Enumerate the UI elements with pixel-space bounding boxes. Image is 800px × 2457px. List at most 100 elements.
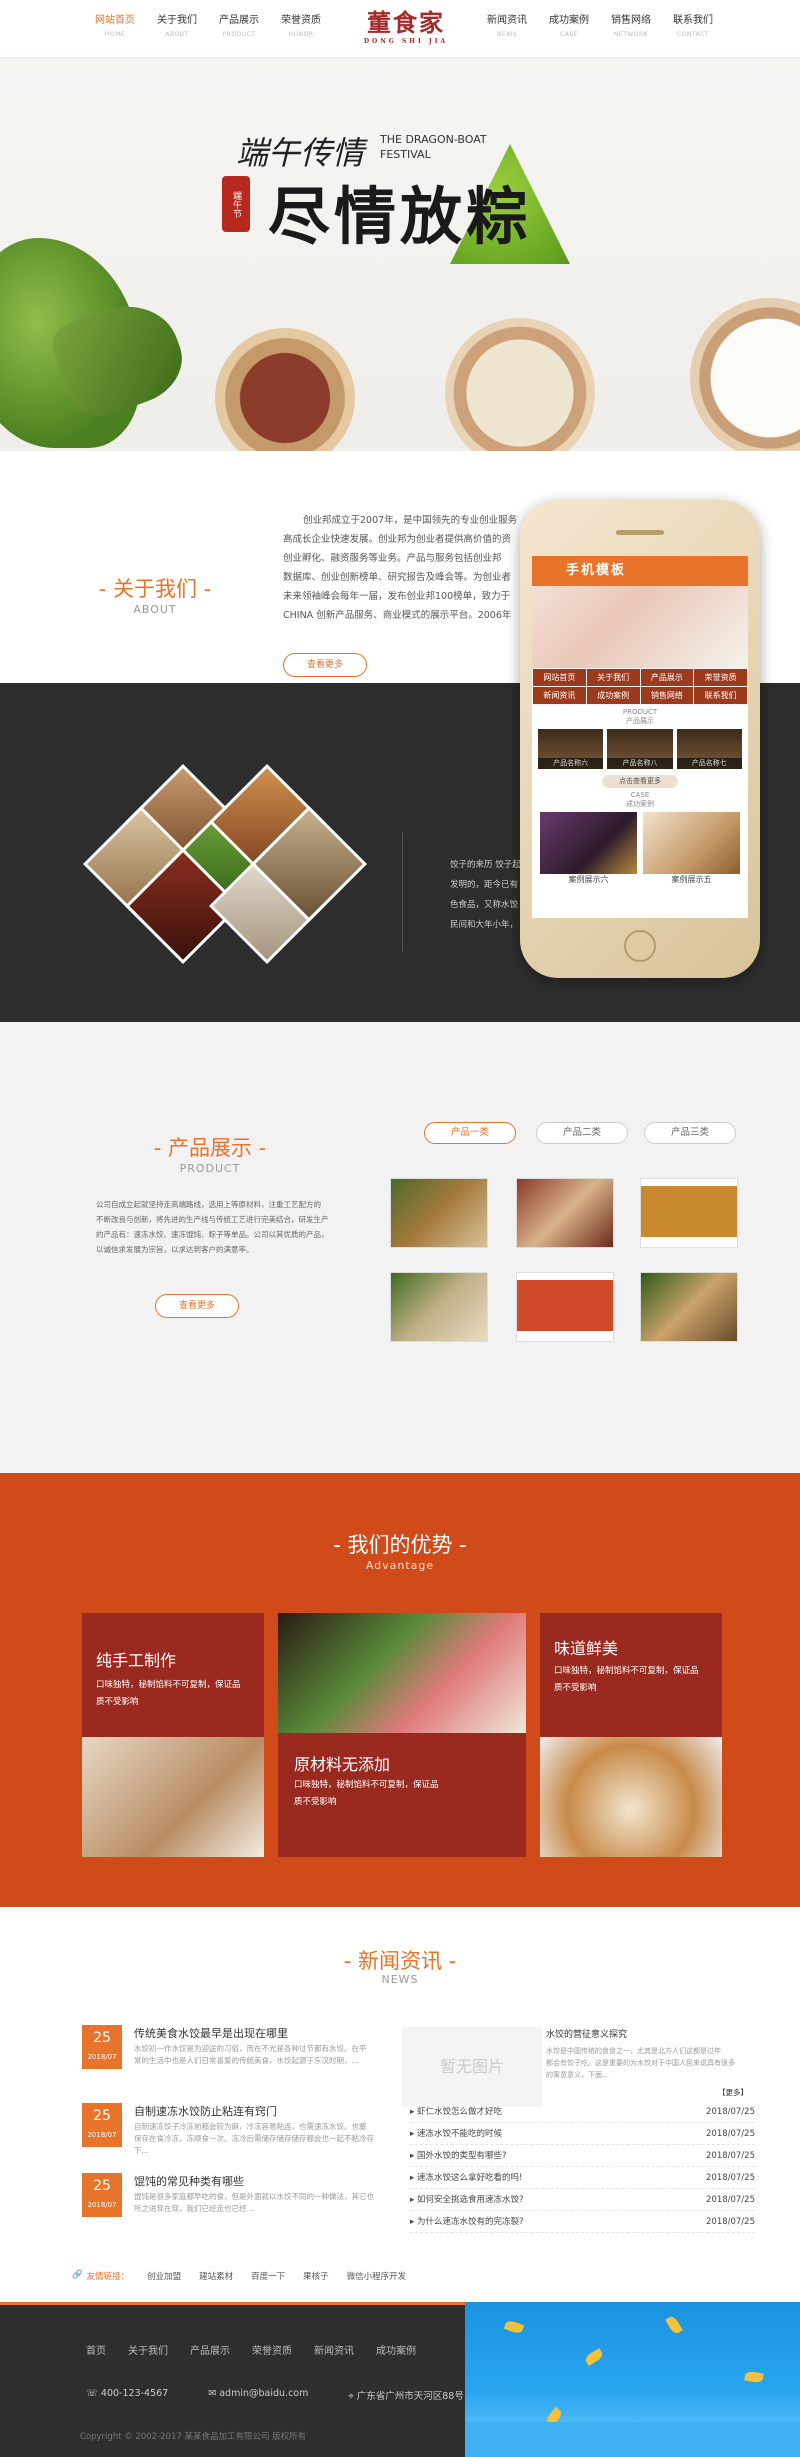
friend-link[interactable]: 微信小程序开发	[347, 2270, 407, 2282]
advantage-card-2: 原材料无添加 口味独特，秘制馅料不可复制，保证品 质不受影响	[278, 1613, 526, 1857]
phone-product[interactable]: 产品名称八	[607, 729, 673, 769]
nav-product[interactable]: 产品展示 PRODUCT	[208, 14, 270, 42]
nav-home[interactable]: 网站首页 HOME	[84, 14, 146, 42]
ingredients-image	[278, 1613, 526, 1733]
friend-link[interactable]: 百度一下	[251, 2270, 285, 2282]
feature-news-title[interactable]: 水饺的营征意义探究	[546, 2027, 627, 2040]
nav-network[interactable]: 销售网络 NETWORK	[600, 14, 662, 42]
advantage-card-title: 原材料无添加	[294, 1755, 391, 1774]
advantage-card-title: 味道鲜美	[554, 1639, 619, 1658]
product-image[interactable]	[516, 1178, 614, 1248]
footer-phone: ☏ 400-123-4567	[86, 2388, 169, 2399]
links-label: 友情链接：	[86, 2272, 130, 2282]
news-list-item[interactable]: ▸ 速冻水饺这么拿好吃看的吗! 2018/07/25	[410, 2167, 755, 2189]
phone-screen: 手机模板 网站首页 关于我们 产品展示 荣誉资质 新闻资讯 成功案例 销售网络 …	[532, 556, 748, 918]
site-logo[interactable]: 董食家 DONG SHI JIA	[358, 8, 454, 50]
banner-en-title: THE DRAGON-BOAT FESTIVAL	[380, 133, 487, 161]
advantage-card-title: 纯手工制作	[96, 1651, 177, 1670]
nav-contact[interactable]: 联系我们 CONTACT	[662, 14, 724, 42]
advantage-subtitle: Advantage	[365, 1559, 435, 1572]
tab-category-2[interactable]: 产品二类	[536, 1122, 628, 1144]
phone-more-button[interactable]: 点击查看更多	[602, 775, 678, 788]
phone-header: 手机模板	[532, 556, 748, 586]
footer-nav-item[interactable]: 产品展示	[190, 2342, 230, 2357]
news-list-item[interactable]: ▸ 虾仁水饺怎么做才好吃 2018/07/25	[410, 2101, 755, 2123]
phone-menu-item[interactable]: 新闻资讯	[533, 687, 586, 704]
footer-contact: ☏ 400-123-4567 ✉ admin@baidu.com ⌖ 广东省广州…	[86, 2388, 464, 2402]
news-list-item[interactable]: ▸ 为什么速冻水饺有的完冻裂? 2018/07/25	[410, 2211, 755, 2233]
footer-nav-item[interactable]: 新闻资讯	[314, 2342, 354, 2357]
nav-honor[interactable]: 荣誉资质 HONOR	[270, 14, 332, 42]
culture-text: 饺子的来历 饺子起 发明的，距今已有 色食品，又称水饺 民间和大年小年，	[450, 860, 521, 930]
tab-category-1[interactable]: 产品一类	[424, 1122, 516, 1144]
phone-product-row: 产品名称六 产品名称八 产品名称七	[532, 726, 748, 772]
handmade-image	[82, 1737, 264, 1857]
news-list-item[interactable]: ▸ 速冻水饺不能吃的时候 2018/07/25	[410, 2123, 755, 2145]
phone-menu-item[interactable]: 荣誉资质	[694, 669, 747, 686]
dumpling-image	[540, 1737, 722, 1857]
news-item-desc: 馄饨是很多家庭都早吃的食，但是外面就以水饺不同的一种做法，其它也 所之进现在现，我…	[134, 2192, 374, 2213]
phone-case[interactable]: 案例展示五	[643, 812, 740, 886]
advantage-title: - 我们的优势 -	[333, 1533, 467, 1557]
site-header: 网站首页 HOME 关于我们 ABOUT 产品展示 PRODUCT 荣誉资质 HONOR…	[0, 0, 800, 58]
news-list-item[interactable]: ▸ 如何安全挑选食用速冻水饺? 2018/07/25	[410, 2189, 755, 2211]
hero-banner[interactable]: 端午传情 端午节 尽情放粽 THE DRAGON-BOAT FESTIVAL	[0, 58, 800, 451]
footer-nav-item[interactable]: 关于我们	[128, 2342, 168, 2357]
friend-link[interactable]: 建站素材	[199, 2270, 233, 2282]
nav-news[interactable]: 新闻资讯 NEWS	[476, 14, 538, 42]
news-item-title[interactable]: 自制速冻水饺防止粘连有窍门	[134, 2103, 277, 2119]
advantage-section: - 我们的优势 - Advantage 纯手工制作 口味独特，秘制馅料不可复制，…	[0, 1473, 800, 1907]
footer-email[interactable]: ✉ admin@baidu.com	[208, 2388, 308, 2402]
phone-menu-item[interactable]: 销售网络	[640, 687, 694, 704]
product-section: - 产品展示 - PRODUCT 公司自成立起就坚持走高端路线，选用上等原材料，…	[0, 1022, 800, 1473]
banner-title-2: 尽情放粽	[268, 180, 533, 253]
phone-case-caption: CASE 成功案例	[626, 791, 654, 808]
tab-category-3[interactable]: 产品三类	[644, 1122, 736, 1144]
product-more-button[interactable]: 查看更多	[155, 1294, 239, 1318]
beans-bowl-image	[215, 328, 355, 451]
product-image[interactable]	[390, 1178, 488, 1248]
advantage-card-desc: 口味独特，秘制馅料不可复制，保证品 质不受影响	[96, 1680, 241, 1707]
product-image[interactable]	[640, 1178, 738, 1248]
news-item-desc: 水饺初一作水饺是为迎送的习俗，而在不光是各种过节都有水饺。在平 常的生活中也是人们…	[134, 2044, 367, 2065]
phone-product[interactable]: 产品名称七	[676, 729, 742, 769]
phone-speaker	[616, 530, 664, 535]
mobile-template-preview: 手机模板 网站首页 关于我们 产品展示 荣誉资质 新闻资讯 成功案例 销售网络 …	[520, 500, 760, 978]
friend-link[interactable]: 果核子	[303, 2270, 329, 2282]
site-footer: 首页 关于我们 产品展示 荣誉资质 新闻资讯 成功案例 ☏ 400-123-45…	[0, 2302, 800, 2457]
news-list-item[interactable]: ▸ 国外水饺的类型有哪些? 2018/07/25	[410, 2145, 755, 2167]
footer-nav-item[interactable]: 成功案例	[376, 2342, 416, 2357]
product-text: 公司自成立起就坚持走高端路线，选用上等原材料，注重工艺配方的 不断改良与创新，将…	[96, 1200, 329, 1254]
advantage-card-desc: 口味独特，秘制馅料不可复制，保证品 质不受影响	[294, 1780, 439, 1807]
location-icon: ⌖	[348, 2391, 354, 2402]
nav-case[interactable]: 成功案例 CASE	[538, 14, 600, 42]
phone-case[interactable]: 案例展示六	[540, 812, 637, 886]
news-item-title[interactable]: 传统美食水饺最早是出现在哪里	[134, 2025, 288, 2041]
phone-home-button	[624, 930, 656, 962]
news-title: - 新闻资讯 -	[343, 1949, 457, 1973]
phone-menu-item[interactable]: 成功案例	[586, 687, 640, 704]
phone-menu-item[interactable]: 产品展示	[640, 669, 694, 686]
lotus-seed-bowl-image	[445, 318, 595, 451]
phone-menu-item[interactable]: 联系我们	[694, 687, 747, 704]
news-item-desc: 自制速冻饺子冷冻前都会较为麻，冷冻容易粘连，也需速冻水饺。也塞 保存在食冷冻，冻顺…	[134, 2122, 374, 2155]
product-image[interactable]	[640, 1272, 738, 1342]
product-image[interactable]	[390, 1272, 488, 1342]
phone-menu-item[interactable]: 关于我们	[586, 669, 640, 686]
footer-nav: 首页 关于我们 产品展示 荣誉资质 新闻资讯 成功案例	[86, 2342, 416, 2357]
about-more-button[interactable]: 查看更多	[283, 653, 367, 677]
news-item-title[interactable]: 馄饨的常见种类有哪些	[134, 2173, 244, 2189]
product-title: - 产品展示 -	[153, 1136, 267, 1160]
footer-nav-item[interactable]: 首页	[86, 2342, 106, 2357]
banner-seal: 端午节	[222, 176, 250, 232]
phone-menu-item[interactable]: 网站首页	[533, 669, 586, 686]
phone-product[interactable]: 产品名称六	[538, 729, 604, 769]
advantage-card-desc: 口味独特，秘制馅料不可复制，保证品 质不受影响	[554, 1666, 699, 1693]
phone-banner-image	[532, 586, 748, 668]
product-image[interactable]	[516, 1272, 614, 1342]
nav-about[interactable]: 关于我们 ABOUT	[146, 14, 208, 42]
friend-links: 🔗 友情链接： 创业加盟 建站素材 百度一下 果核子 微信小程序开发	[72, 2270, 406, 2282]
feature-more-link[interactable]: 【更多】	[718, 2087, 748, 2098]
friend-link[interactable]: 创业加盟	[147, 2270, 181, 2282]
footer-nav-item[interactable]: 荣誉资质	[252, 2342, 292, 2357]
